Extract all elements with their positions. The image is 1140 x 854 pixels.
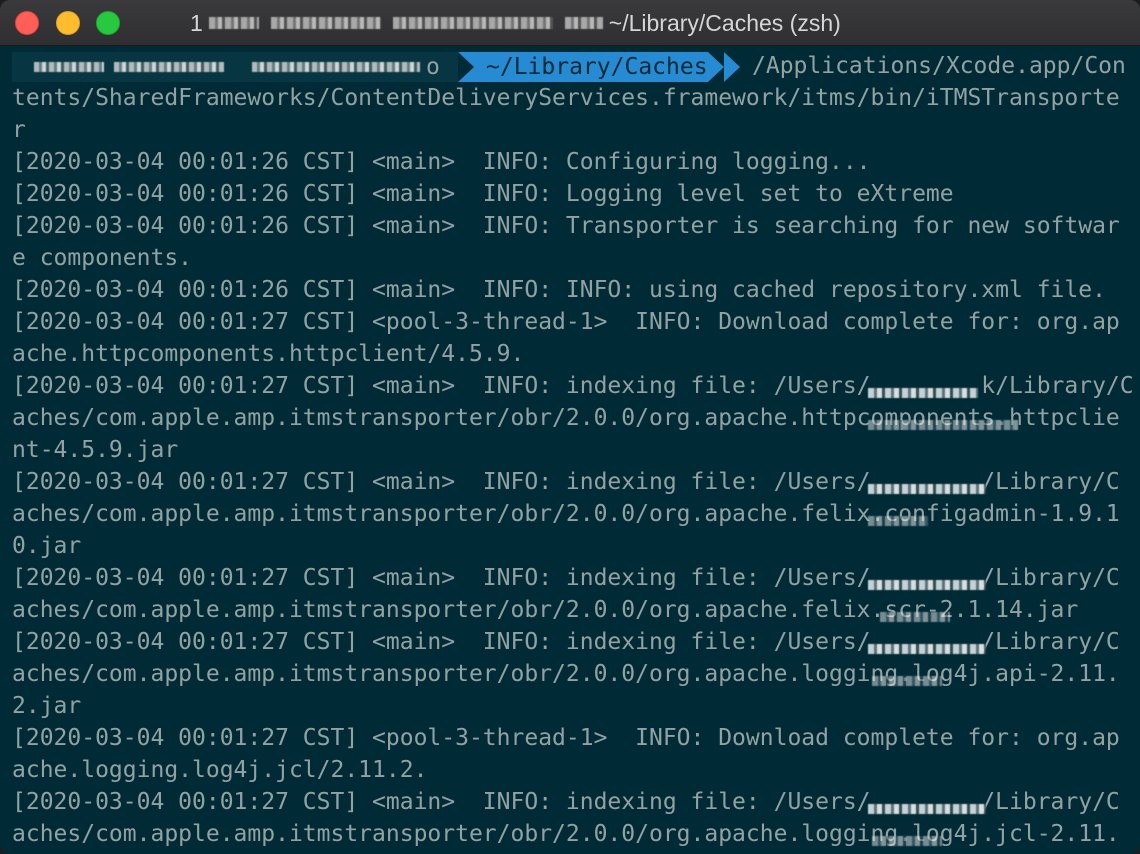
log-line: [2020-03-04 00:01:26 CST] <main> INFO: T… xyxy=(12,213,1120,239)
terminal-window: 1 ~/Library/Caches (zsh) o ~/Library/Cac… xyxy=(0,0,1140,854)
redacted-user xyxy=(114,62,224,72)
log-line: [2020-03-04 00:01:26 CST] <main> INFO: L… xyxy=(12,181,954,207)
log-line: aches/com.apple.amp.itmstransporter/obr/… xyxy=(12,501,1120,527)
prompt-directory-segment: ~/Library/Caches xyxy=(458,52,724,82)
redacted-user xyxy=(34,62,104,72)
log-line: [2020-03-04 00:01:27 CST] <pool-3-thread… xyxy=(12,725,1120,751)
log-line: ache.httpcomponents.httpclient/4.5.9. xyxy=(12,341,525,367)
log-line: aches/com.apple.amp.itmstransporter/obr/… xyxy=(12,821,1120,847)
redacted-path-part xyxy=(872,836,942,846)
log-line: tents/SharedFrameworks/ContentDeliverySe… xyxy=(12,85,1120,111)
close-button[interactable] xyxy=(15,11,39,35)
redacted-username xyxy=(868,580,986,590)
prompt-directory: ~/Library/Caches xyxy=(486,54,708,80)
zoom-button[interactable] xyxy=(96,11,120,35)
log-line: ache.logging.log4j.jcl/2.11.2. xyxy=(12,757,428,783)
redacted-path-part xyxy=(880,612,950,622)
prompt-user-segment: o xyxy=(12,52,458,82)
redacted-username xyxy=(868,644,986,654)
redacted-title-part xyxy=(208,17,259,29)
title-prefix: 1 xyxy=(190,9,203,36)
log-line: aches/com.apple.amp.itmstransporter/obr/… xyxy=(12,661,1120,687)
minimize-button[interactable] xyxy=(56,11,80,35)
prompt-arrow-icon xyxy=(724,52,740,82)
redacted-title-part xyxy=(564,17,603,29)
redacted-path-part xyxy=(868,420,1018,430)
window-title: 1 ~/Library/Caches (zsh) xyxy=(190,9,841,37)
prompt-user-tail: o xyxy=(426,54,440,80)
command-text: /Applications/Xcode.app/Con xyxy=(752,53,1126,79)
log-line: [2020-03-04 00:01:26 CST] <main> INFO: C… xyxy=(12,149,871,175)
redacted-path-part xyxy=(868,516,928,526)
redacted-username xyxy=(868,804,986,814)
redacted-username xyxy=(868,484,986,494)
redacted-title-part xyxy=(392,17,553,29)
log-line: 2.jar xyxy=(12,693,82,719)
title-bar[interactable]: 1 ~/Library/Caches (zsh) xyxy=(0,0,1140,46)
log-line: [2020-03-04 00:01:26 CST] <main> INFO: I… xyxy=(12,277,1106,303)
redacted-title-part xyxy=(270,17,381,29)
title-path: ~/Library/Caches (zsh) xyxy=(608,9,841,36)
log-line: [2020-03-04 00:01:27 CST] <pool-3-thread… xyxy=(12,309,1120,335)
log-line: aches/com.apple.amp.itmstransporter/obr/… xyxy=(12,597,1079,623)
log-line: 0.jar xyxy=(12,533,82,559)
log-line: r xyxy=(12,117,26,143)
terminal-output[interactable]: o ~/Library/Caches /Applications/Xcode.a… xyxy=(0,46,1140,854)
redacted-username xyxy=(868,388,978,398)
redacted-host xyxy=(252,62,420,72)
redacted-path-part xyxy=(872,676,942,686)
log-line: nt-4.5.9.jar xyxy=(12,437,179,463)
log-line: e components. xyxy=(12,245,193,271)
log-lines: tents/SharedFrameworks/ContentDeliverySe… xyxy=(12,82,1136,850)
